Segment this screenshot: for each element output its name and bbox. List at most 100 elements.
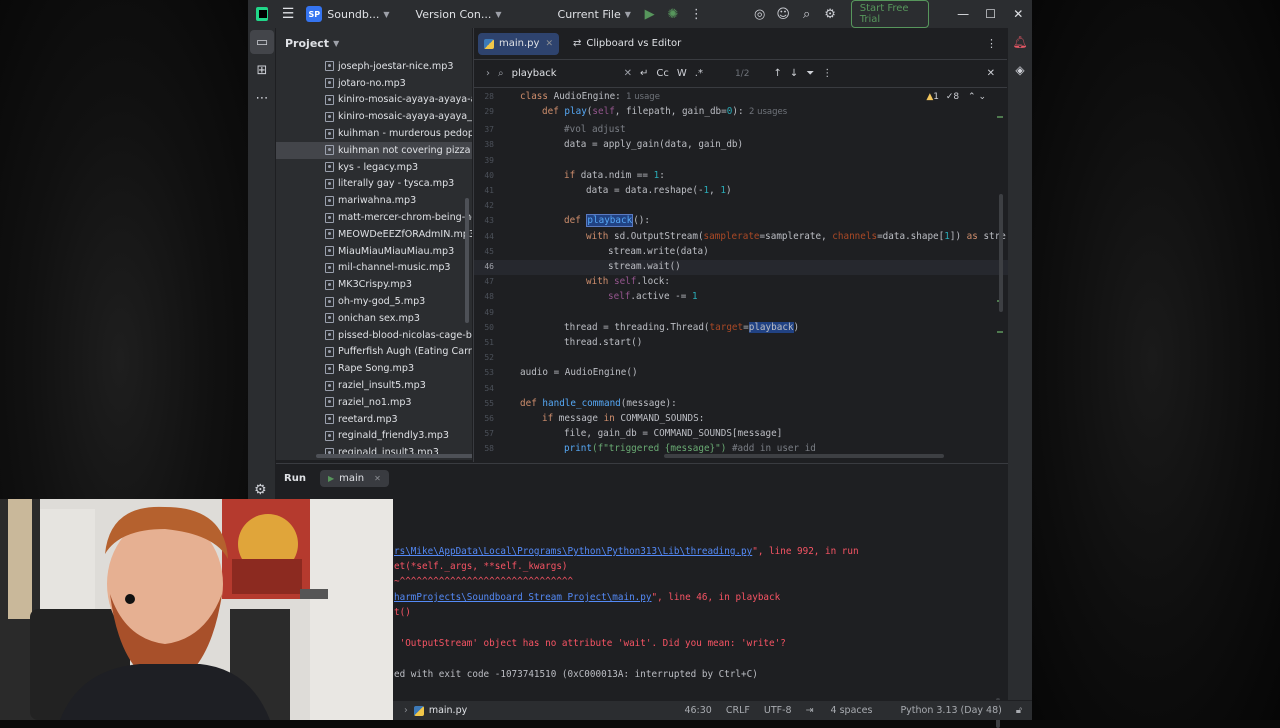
next-match-icon[interactable]: ↓ (790, 68, 798, 79)
file-tree-item[interactable]: raziel_no1.mp3 (276, 394, 472, 411)
run-config-selector[interactable]: Current File ▼ (558, 8, 631, 21)
file-tree-item[interactable]: kiniro-mosaic-ayaya-ayaya-ay (276, 92, 472, 109)
file-tree-item[interactable]: oh-my-god_5.mp3 (276, 293, 472, 310)
file-tree-item[interactable]: mariwahna.mp3 (276, 192, 472, 209)
file-tree-item[interactable]: raziel_insult5.mp3 (276, 377, 472, 394)
file-tree-item[interactable]: joseph-joestar-nice.mp3 (276, 58, 472, 75)
ai-assistant-icon[interactable]: ◎ (753, 6, 766, 22)
ai-chat-icon[interactable]: ◈ (1008, 56, 1032, 84)
file-tree-item[interactable]: jotaro-no.mp3 (276, 75, 472, 92)
start-free-trial-button[interactable]: Start Free Trial (850, 0, 930, 28)
audio-file-icon (325, 414, 334, 425)
file-tree-item[interactable]: kiniro-mosaic-ayaya-ayaya_Hc (276, 108, 472, 125)
file-tree-item[interactable]: matt-mercer-chrom-being-he (276, 209, 472, 226)
code-line: 52 (484, 353, 494, 363)
audio-file-icon (325, 380, 334, 391)
match-case-toggle[interactable]: Cc (656, 68, 668, 79)
settings-icon[interactable]: ⚙ (823, 6, 836, 22)
project-panel-header[interactable]: Project ▼ (276, 28, 472, 58)
run-tab-main[interactable]: ▶ main ✕ (319, 469, 389, 487)
file-tree-item-label: pissed-blood-nicolas-cage-be (338, 329, 472, 341)
file-tree-item[interactable]: literally gay - tysca.mp3 (276, 176, 472, 193)
find-options-icon[interactable]: ⋮ (822, 68, 832, 79)
search-icon: ⌕ (498, 68, 504, 79)
project-tool-icon[interactable]: ▭ (250, 30, 274, 54)
close-tab-icon[interactable]: ✕ (545, 39, 553, 49)
file-tree-item[interactable]: kuihman not covering pizza cl (276, 141, 472, 159)
debug-icon[interactable]: ✺ (666, 6, 679, 22)
search-match-highlight: playback (586, 214, 634, 228)
close-tab-icon[interactable]: ✕ (374, 474, 381, 483)
tab-options-icon[interactable]: ⋮ (986, 37, 997, 50)
search-match-highlight: playback (748, 321, 794, 333)
previous-match-icon[interactable]: ↑ (773, 68, 781, 79)
file-tree-item[interactable]: Pufferfish Augh (Eating Carrot (276, 344, 472, 361)
code-line: 55 def handle_command(message): (484, 397, 677, 409)
file-encoding[interactable]: UTF-8 (764, 705, 792, 716)
traceback-file-link[interactable]: rs\Mike\AppData\Local\Programs\Python\Py… (394, 546, 752, 557)
lock-icon[interactable]: 🔓︎ (1016, 705, 1022, 716)
webcam-overlay (0, 499, 393, 720)
file-tree-item[interactable]: kuihman - murderous pedoph (276, 125, 472, 142)
run-settings-icon[interactable]: ⚙ (254, 482, 267, 498)
run-config-label: Current File (557, 7, 621, 21)
clear-search-icon[interactable]: ✕ (624, 68, 632, 79)
new-line-icon[interactable]: ↵ (640, 68, 648, 79)
close-window-icon[interactable]: ✕ (1004, 7, 1032, 21)
tab-main-py[interactable]: main.py ✕ (478, 32, 559, 55)
desktop-background-right (1032, 0, 1280, 720)
caret-position[interactable]: 46:30 (684, 705, 711, 716)
file-tree-item[interactable]: reginald_friendly3.mp3 (276, 428, 472, 445)
match-count: 1/2 (734, 68, 750, 79)
file-tree-item[interactable]: Rape Song.mp3 (276, 360, 472, 377)
project-switcher[interactable]: SP Soundb... ▼ (306, 6, 390, 22)
indent-setting[interactable]: ⇥ 4 spaces (806, 705, 887, 716)
console-error-line: 'OutputStream' object has no attribute '… (394, 638, 786, 649)
line-separator[interactable]: CRLF (726, 705, 750, 716)
close-find-icon[interactable]: ✕ (987, 68, 995, 79)
find-input[interactable]: ⌕ playback ✕ (498, 68, 640, 79)
indent-icon: ⇥ (805, 705, 817, 716)
minimize-window-icon[interactable]: — (949, 7, 977, 21)
python-interpreter[interactable]: Python 3.13 (Day 48) (900, 705, 1001, 716)
project-horizontal-scrollbar[interactable] (316, 454, 472, 458)
code-line: 51 thread.start() (484, 337, 643, 348)
vcs-widget[interactable]: Version Con... ▼ (416, 8, 502, 21)
code-line: 44 with sd.OutputStream(samplerate=sample… (484, 230, 1006, 242)
code-line: 38 data = apply_gain(data, gain_db) (484, 139, 744, 151)
more-actions-icon[interactable]: ⋮ (690, 6, 703, 22)
editor-vertical-scrollbar[interactable] (999, 194, 1003, 312)
project-vertical-scrollbar[interactable] (465, 198, 469, 323)
maximize-window-icon[interactable]: ☐ (977, 7, 1005, 21)
notifications-icon[interactable]: 🔔︎ (1008, 28, 1032, 56)
file-tree-item[interactable]: pissed-blood-nicolas-cage-be (276, 327, 472, 344)
file-tree-item[interactable]: MEOWDeEEZfORAdmIN.mp3 (276, 226, 472, 243)
code-with-me-icon[interactable]: ☺ (776, 6, 790, 22)
expand-replace-icon[interactable]: › (486, 68, 490, 79)
structure-tool-icon[interactable]: ⊞ (248, 56, 276, 84)
file-tree-item-label: onichan sex.mp3 (338, 312, 420, 324)
file-tree-item[interactable]: reetard.mp3 (276, 411, 472, 428)
code-line: 48 self.active -= 1 (484, 291, 698, 303)
current-code-line: 46 stream.wait() (474, 260, 1008, 275)
whole-words-toggle[interactable]: W (677, 68, 687, 79)
audio-file-icon (325, 94, 334, 105)
search-icon[interactable]: ⌕ (800, 6, 813, 22)
file-tree-item[interactable]: MK3Crispy.mp3 (276, 276, 472, 293)
filter-icon[interactable]: ⏷ (806, 68, 814, 79)
file-tree-item[interactable]: mil-channel-music.mp3 (276, 260, 472, 277)
python-file-icon (484, 38, 494, 49)
run-icon[interactable]: ▶ (643, 6, 656, 22)
code-editor[interactable]: ▲1 ✓8 ⌃ ⌄ 28 class AudioEngine: 1 usage 2… (474, 90, 1008, 456)
main-menu-icon[interactable]: ☰ (282, 6, 295, 22)
file-tree-item[interactable]: kys - legacy.mp3 (276, 159, 472, 176)
run-panel-header: Run ▶ main ✕ (276, 464, 1008, 492)
file-tree-item[interactable]: MiauMiauMiauMiau.mp3 (276, 243, 472, 260)
breadcrumb[interactable]: › main.py (404, 705, 467, 716)
file-tree-item[interactable]: onichan sex.mp3 (276, 310, 472, 327)
more-tools-icon[interactable]: ⋯ (248, 84, 276, 112)
traceback-file-link[interactable]: harmProjects\Soundboard Stream Project\m… (394, 592, 651, 603)
regex-toggle[interactable]: .* (695, 68, 703, 79)
editor-horizontal-scrollbar[interactable] (664, 454, 944, 458)
tab-clipboard-vs-editor[interactable]: ⇄ Clipboard vs Editor (567, 33, 687, 55)
